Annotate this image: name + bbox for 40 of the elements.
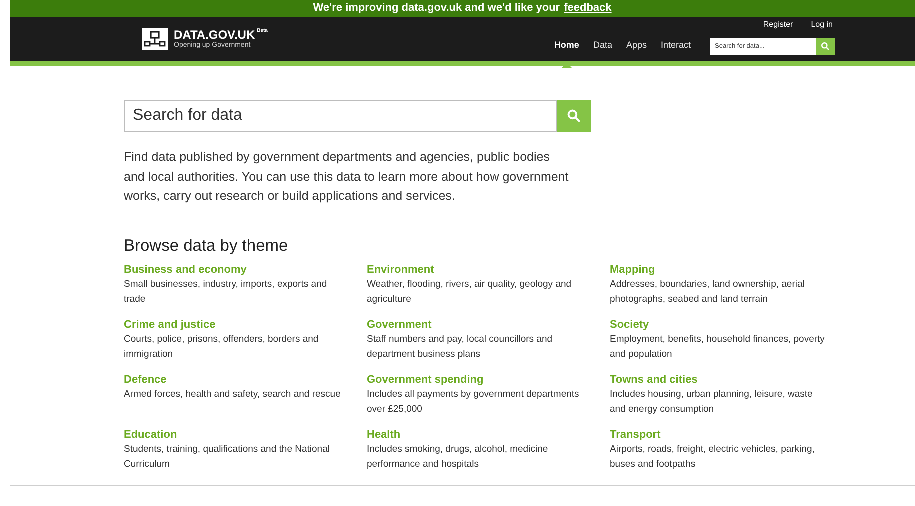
nav-tab[interactable]: Data bbox=[586, 33, 620, 59]
account-link[interactable]: Log in bbox=[811, 19, 833, 32]
theme-link[interactable]: Environment bbox=[367, 263, 586, 278]
logo-icon bbox=[142, 28, 168, 50]
theme-link[interactable]: Transport bbox=[610, 428, 829, 442]
theme-link[interactable]: Mapping bbox=[610, 263, 829, 278]
theme-description: Airports, roads, freight, electric vehicles, parking, buses and footpaths bbox=[610, 443, 816, 472]
theme-description: Includes all payments by government departments over £25,000 bbox=[367, 388, 580, 418]
theme-description: Staff numbers and pay, local councillors and department business plans bbox=[367, 333, 554, 362]
theme-description: Students, training, qualifications and the National Curriculum bbox=[124, 443, 331, 472]
theme-description: Armed forces, health and safety, search and rescue bbox=[124, 388, 342, 402]
theme-description: Employment, benefits, household finances, poverty and population bbox=[610, 333, 826, 362]
theme-link[interactable]: Society bbox=[610, 318, 829, 332]
nav-tab[interactable]: Home bbox=[547, 33, 586, 59]
search-icon bbox=[821, 42, 830, 50]
nav-tab[interactable]: Apps bbox=[619, 33, 654, 59]
nav-tab[interactable]: Interact bbox=[654, 33, 698, 59]
theme-link[interactable]: Health bbox=[367, 428, 586, 442]
search-field[interactable]: Search for data bbox=[124, 100, 557, 132]
theme-description: Includes housing, urban planning, leisure, waste and energy consumption bbox=[610, 388, 814, 418]
account-link[interactable]: Register bbox=[763, 19, 794, 32]
theme-description: Weather, flooding, rivers, air quality, geology and agriculture bbox=[367, 278, 573, 308]
banner-text: We're improving data.gov.uk and we'd like your bbox=[313, 1, 560, 16]
theme-link[interactable]: Crime and justice bbox=[124, 318, 343, 332]
search-icon bbox=[567, 109, 581, 123]
site-logo[interactable]: DATA.GOV.UK bbox=[174, 29, 256, 41]
theme-description: Small businesses, industry, imports, exports and trade bbox=[124, 278, 328, 308]
theme-description: Courts, police, prisons, offenders, borders and immigration bbox=[124, 333, 320, 362]
theme-link[interactable]: Government bbox=[367, 318, 586, 332]
feedback-link[interactable]: feedback bbox=[564, 0, 612, 17]
theme-link[interactable]: Defence bbox=[124, 373, 343, 388]
theme-link[interactable]: Towns and cities bbox=[610, 373, 829, 388]
theme-description: Addresses, boundaries, land ownership, aerial photographs, seabed and land terrain bbox=[610, 278, 806, 308]
theme-link[interactable]: Government spending bbox=[367, 373, 586, 388]
theme-description: Includes smoking, drugs, alcohol, medicine performance and hospitals bbox=[367, 443, 550, 472]
header-search-button[interactable] bbox=[816, 38, 835, 54]
intro-paragraph: Find data published by government departments and agencies, public bodies and local authorities. You can use this data to learn more about how government works, carry out research or build applications and services. bbox=[124, 149, 570, 205]
theme-link[interactable]: Business and economy bbox=[124, 263, 343, 278]
theme-link[interactable]: Education bbox=[124, 428, 343, 442]
section-heading: Browse data by theme bbox=[124, 236, 290, 256]
